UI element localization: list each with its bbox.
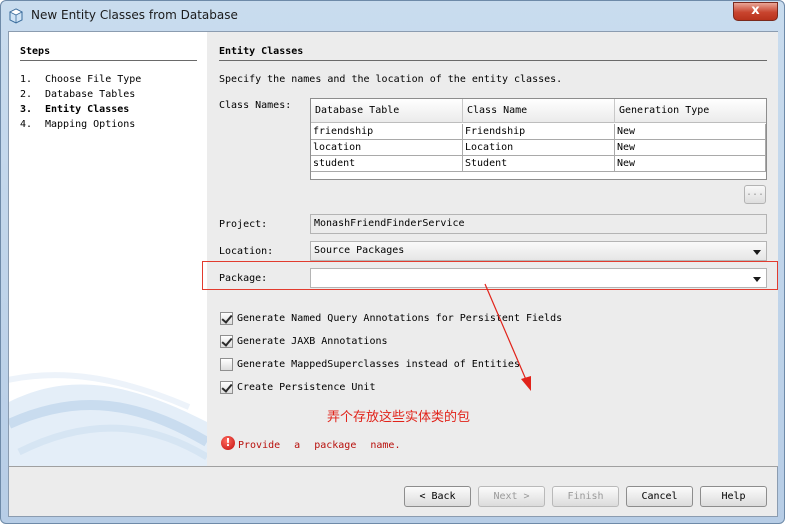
cancel-button[interactable]: Cancel [626,486,693,507]
error-icon: ! [221,436,235,450]
checkbox-checked-icon[interactable] [220,381,233,394]
steps-pane: Steps 1. Choose File Type 2. Database Tabl… [9,32,207,466]
table-row[interactable]: friendship Friendship New [311,124,766,140]
table-row[interactable]: location Location New [311,140,766,156]
table-cell[interactable]: student [311,156,463,172]
column-header[interactable]: Class Name [463,99,615,123]
table-cell[interactable]: Student [463,156,615,172]
chevron-down-icon[interactable] [753,250,761,255]
netbeans-cube-icon [9,8,23,24]
panel-divider [219,60,767,61]
decorative-swoosh [9,372,207,466]
entity-table[interactable]: Database Table Class Name Generation Typ… [310,98,767,180]
location-label: Location: [219,246,274,257]
table-header: Database Table Class Name Generation Typ… [311,99,766,123]
ellipsis-button[interactable]: ... [744,185,766,204]
package-highlight-box [202,261,778,290]
checkbox-unchecked-icon[interactable] [220,358,233,371]
help-button[interactable]: Help [700,486,767,507]
finish-button[interactable]: Finish [552,486,619,507]
back-button[interactable]: < Back [404,486,471,507]
checkbox-checked-icon[interactable] [220,335,233,348]
table-cell[interactable]: New [615,140,766,156]
table-cell[interactable]: New [615,124,766,140]
title-bar[interactable]: New Entity Classes from Database x [1,1,784,31]
class-names-label: Class Names: [219,100,292,111]
location-value: Source Packages [314,245,405,256]
column-header[interactable]: Generation Type [615,99,766,123]
project-field: MonashFriendFinderService [310,214,767,234]
button-bar-divider [9,466,778,467]
table-cell[interactable]: Location [463,140,615,156]
step-item-current: 3. Entity Classes [20,104,130,115]
dialog-client-area: Steps 1. Choose File Type 2. Database Tabl… [8,31,778,517]
step-item: 4. Mapping Options [20,119,136,130]
location-dropdown[interactable]: Source Packages [310,241,767,261]
table-cell[interactable]: New [615,156,766,172]
instructions-text: Specify the names and the location of th… [219,74,563,85]
window-title: New Entity Classes from Database [31,8,238,22]
table-row[interactable]: student Student New [311,156,766,172]
annotation-text: 弄个存放这些实体类的包 [327,410,471,425]
table-cell[interactable]: location [311,140,463,156]
next-button[interactable]: Next > [478,486,545,507]
project-label: Project: [219,219,268,230]
steps-title: Steps [20,46,51,57]
steps-list: 1. Choose File Type 2. Database Tables 3. E… [20,72,141,132]
panel-title: Entity Classes [219,46,304,57]
steps-divider [20,60,197,61]
main-pane: Entity Classes Specify the names and the… [207,32,778,466]
table-cell[interactable]: friendship [311,124,463,140]
step-item: 2. Database Tables [20,89,136,100]
step-item: 1. Choose File Type [20,74,142,85]
dialog-window: New Entity Classes from Database x Steps… [0,0,785,524]
column-header[interactable]: Database Table [311,99,463,123]
checkbox-checked-icon[interactable] [220,312,233,325]
table-cell[interactable]: Friendship [463,124,615,140]
close-button[interactable]: x [733,2,778,21]
error-message: Provide a package name. [238,440,401,451]
